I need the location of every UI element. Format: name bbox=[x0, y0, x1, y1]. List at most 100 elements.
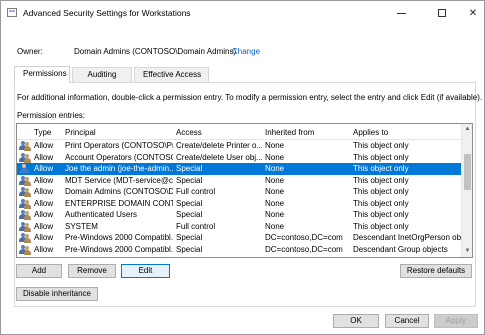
scrollbar-thumb[interactable] bbox=[464, 154, 471, 190]
entry-principal: SYSTEM bbox=[65, 221, 98, 231]
column-header-principal[interactable]: Principal bbox=[65, 128, 96, 137]
column-header-inherited-from[interactable]: Inherited from bbox=[265, 128, 314, 137]
permission-entry-row[interactable]: Allow MDT Service (MDT-service@co... Spe… bbox=[17, 175, 462, 187]
list-header: Type Principal Access Inherited from App… bbox=[17, 124, 462, 140]
entry-inherited-from: None bbox=[265, 152, 285, 162]
entry-access: Special bbox=[176, 233, 203, 242]
group-icon bbox=[19, 210, 31, 220]
group-icon bbox=[19, 233, 31, 243]
permission-entry-row[interactable]: Allow Account Operators (CONTOSO... Crea… bbox=[17, 152, 462, 164]
entry-type: Allow bbox=[34, 244, 54, 254]
permission-entry-row-selected[interactable]: Allow Joe the admin (joe-the-admin... Sp… bbox=[17, 163, 462, 175]
entry-type: Allow bbox=[34, 210, 54, 219]
entry-inherited-from: None bbox=[265, 175, 285, 185]
entry-principal: Joe the admin (joe-the-admin... bbox=[65, 164, 173, 173]
close-button[interactable]: ✕ bbox=[457, 1, 485, 25]
group-icon bbox=[19, 152, 31, 163]
permission-entries-label: Permission entries: bbox=[17, 111, 86, 120]
window-title: Advanced Security Settings for Workstati… bbox=[23, 8, 191, 18]
permission-entry-row[interactable]: Allow Print Operators (CONTOSO\Pri... Cr… bbox=[17, 140, 462, 152]
entry-inherited-from: None bbox=[265, 187, 285, 196]
entry-applies-to: This object only bbox=[353, 152, 409, 162]
entry-type: Allow bbox=[34, 164, 54, 173]
security-settings-window: Advanced Security Settings for Workstati… bbox=[0, 0, 485, 335]
entry-principal: Pre-Windows 2000 Compatibl... bbox=[65, 244, 173, 254]
apply-button[interactable]: Apply bbox=[434, 314, 478, 328]
entry-inherited-from: DC=contoso,DC=com bbox=[265, 244, 343, 254]
group-icon bbox=[19, 175, 31, 186]
entry-access: Special bbox=[176, 164, 203, 173]
minimize-button[interactable] bbox=[385, 1, 417, 25]
entry-type: Allow bbox=[34, 141, 54, 150]
entry-principal: Authenticated Users bbox=[65, 210, 138, 219]
entry-applies-to: This object only bbox=[353, 175, 409, 185]
user-icon bbox=[19, 164, 31, 174]
group-icon bbox=[19, 141, 31, 151]
tab-effective-access[interactable]: Effective Access bbox=[134, 67, 209, 82]
entry-inherited-from: DC=contoso,DC=com bbox=[265, 233, 343, 242]
permission-entry-row[interactable]: Allow SYSTEM Full control None This obje… bbox=[17, 221, 462, 233]
group-icon bbox=[19, 187, 31, 197]
remove-button[interactable]: Remove bbox=[68, 264, 116, 278]
column-header-type[interactable]: Type bbox=[34, 128, 51, 137]
permission-entry-row[interactable]: Allow ENTERPRISE DOMAIN CONTR... Special… bbox=[17, 198, 462, 210]
entry-applies-to: This object only bbox=[353, 141, 409, 150]
entry-inherited-from: None bbox=[265, 164, 285, 173]
column-header-applies-to[interactable]: Applies to bbox=[353, 128, 388, 137]
close-icon: ✕ bbox=[468, 7, 478, 19]
entry-applies-to: This object only bbox=[353, 221, 409, 231]
edit-button[interactable]: Edit bbox=[121, 264, 170, 278]
entry-access: Create/delete User obj... bbox=[176, 152, 262, 162]
entry-access: Special bbox=[176, 175, 203, 185]
tab-auditing[interactable]: Auditing bbox=[72, 67, 132, 82]
entry-principal: Print Operators (CONTOSO\Pri... bbox=[65, 141, 173, 150]
column-header-access[interactable]: Access bbox=[176, 128, 202, 137]
entry-applies-to: Descendant Group objects bbox=[353, 244, 448, 254]
entry-access: Special bbox=[176, 210, 203, 219]
tab-permissions[interactable]: Permissions bbox=[14, 66, 70, 83]
permission-entry-row[interactable]: Allow Pre-Windows 2000 Compatibl... Spec… bbox=[17, 244, 462, 256]
entry-access: Create/delete Printer o... bbox=[176, 141, 262, 150]
permission-entry-row[interactable]: Allow Authenticated Users Special None T… bbox=[17, 209, 462, 221]
entry-access: Full control bbox=[176, 221, 216, 231]
entry-access: Full control bbox=[176, 187, 216, 196]
owner-value: Domain Admins (CONTOSO\Domain Admins) bbox=[74, 47, 237, 56]
entry-inherited-from: None bbox=[265, 221, 285, 231]
entry-principal: Account Operators (CONTOSO... bbox=[65, 152, 173, 162]
permission-entries-list[interactable]: Type Principal Access Inherited from App… bbox=[16, 123, 473, 258]
entry-principal: Domain Admins (CONTOSO\Do... bbox=[65, 187, 173, 196]
entry-principal: Pre-Windows 2000 Compatibl... bbox=[65, 233, 173, 242]
maximize-button[interactable] bbox=[426, 1, 458, 25]
entry-inherited-from: None bbox=[265, 210, 285, 219]
add-button[interactable]: Add bbox=[16, 264, 62, 278]
entry-principal: MDT Service (MDT-service@co... bbox=[65, 175, 173, 185]
entry-type: Allow bbox=[34, 187, 54, 196]
entry-applies-to: Descendant InetOrgPerson obj... bbox=[353, 233, 461, 242]
entry-type: Allow bbox=[34, 233, 54, 242]
maximize-icon bbox=[438, 9, 446, 17]
permission-entry-row[interactable]: Allow Domain Admins (CONTOSO\Do... Full … bbox=[17, 186, 462, 198]
entry-type: Allow bbox=[34, 198, 54, 208]
group-icon bbox=[19, 221, 31, 232]
permission-entry-row[interactable]: Allow Pre-Windows 2000 Compatibl... Spec… bbox=[17, 232, 462, 244]
entry-type: Allow bbox=[34, 175, 54, 185]
entry-applies-to: This object only bbox=[353, 210, 409, 219]
ok-button[interactable]: OK bbox=[333, 314, 379, 328]
cancel-button[interactable]: Cancel bbox=[385, 314, 429, 328]
entry-access: Special bbox=[176, 198, 203, 208]
scroll-down-arrow-icon[interactable]: ▼ bbox=[462, 246, 472, 257]
window-icon bbox=[7, 8, 17, 17]
title-bar[interactable]: Advanced Security Settings for Workstati… bbox=[1, 1, 484, 25]
disable-inheritance-button[interactable]: Disable inheritance bbox=[16, 287, 98, 301]
restore-defaults-button[interactable]: Restore defaults bbox=[400, 264, 472, 278]
entry-type: Allow bbox=[34, 221, 54, 231]
group-icon bbox=[19, 244, 31, 255]
list-scrollbar[interactable]: ▲ ▼ bbox=[461, 124, 472, 257]
info-text: For additional information, double-click… bbox=[17, 93, 483, 102]
entry-access: Special bbox=[176, 244, 203, 254]
scroll-up-arrow-icon[interactable]: ▲ bbox=[462, 124, 472, 135]
entry-applies-to: This object only bbox=[353, 198, 409, 208]
change-owner-link[interactable]: Change bbox=[232, 47, 260, 56]
entry-applies-to: This object only bbox=[353, 164, 409, 173]
group-icon bbox=[19, 198, 31, 209]
